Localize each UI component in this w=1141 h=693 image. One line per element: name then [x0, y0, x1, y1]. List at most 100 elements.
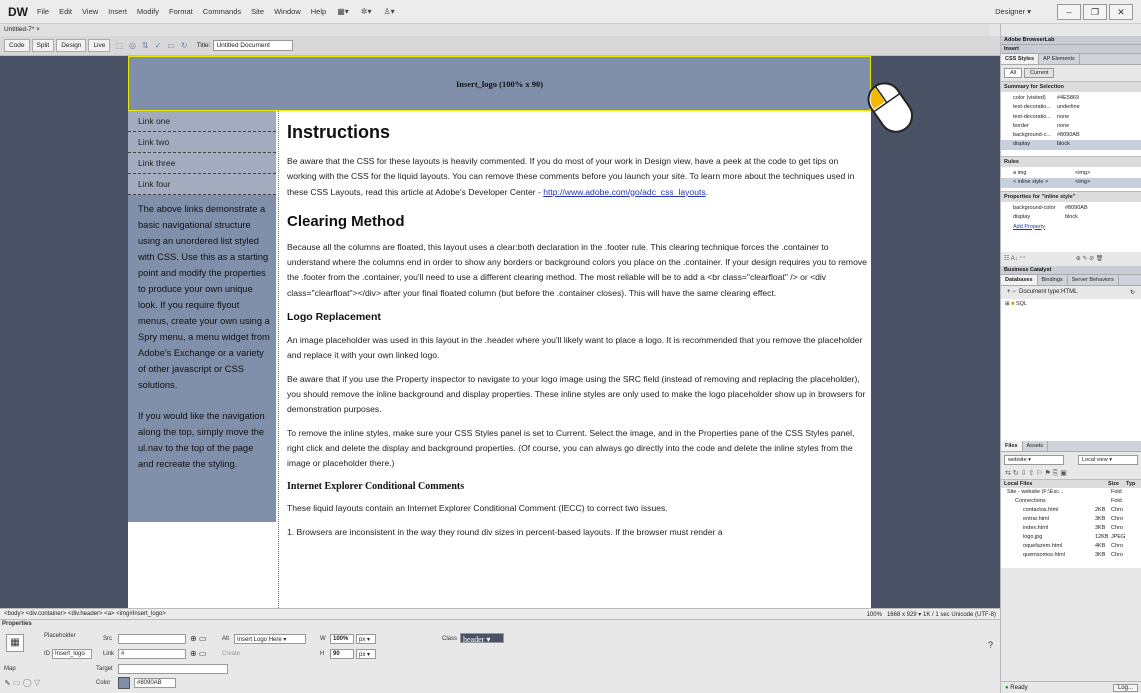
menu-modify[interactable]: Modify — [137, 7, 159, 16]
tab-css-styles[interactable]: CSS Styles — [1001, 54, 1040, 64]
nav-link-four[interactable]: Link four — [128, 174, 276, 195]
add-property-link[interactable]: Add Property — [1001, 223, 1141, 232]
logo-placeholder[interactable]: Insert_logo (100% x 90) — [128, 56, 871, 111]
mode-current[interactable]: Current — [1024, 68, 1055, 78]
sql-item[interactable]: SQL — [1016, 301, 1027, 307]
nav-link-one[interactable]: Link one — [128, 111, 276, 132]
tab-ap-elements[interactable]: AP Elements — [1039, 54, 1080, 64]
file-row[interactable]: quemsomos.html 3KB Chro — [1001, 551, 1141, 560]
refresh-icon[interactable]: ↻ — [1130, 289, 1135, 296]
type-header[interactable]: Typ — [1126, 481, 1135, 487]
menu-format[interactable]: Format — [169, 7, 193, 16]
visual-aids-icon[interactable]: ▭ — [167, 41, 175, 50]
rule-row[interactable]: a img <img> — [1001, 169, 1141, 178]
add-icon[interactable]: + — [1007, 289, 1011, 295]
summary-row[interactable]: text-decoratio... none — [1001, 113, 1141, 122]
preview-browser-icon[interactable]: ◎ — [129, 41, 136, 50]
browserlab-panel[interactable]: Adobe BrowserLab — [1001, 36, 1141, 45]
mode-all[interactable]: All — [1004, 68, 1023, 78]
business-catalyst-panel[interactable]: Business Catalyst — [1001, 266, 1141, 275]
width-field[interactable]: 100% — [330, 634, 354, 644]
file-row[interactable]: Site - website (F:\Esc... Fold — [1001, 488, 1141, 497]
tab-server-behaviors[interactable]: Server Behaviors — [1068, 275, 1119, 285]
file-row[interactable]: index.html 3KB Chro — [1001, 524, 1141, 533]
remove-icon[interactable]: − — [1012, 289, 1016, 295]
multiscreen-icon[interactable]: ⬚ — [115, 41, 123, 50]
file-row[interactable]: Connections Fold — [1001, 497, 1141, 506]
menu-site[interactable]: Site — [251, 7, 264, 16]
summary-row[interactable]: background-c... #8090AB — [1001, 131, 1141, 140]
rule-row-selected[interactable]: < inline style > <img> — [1001, 178, 1141, 188]
create-button[interactable]: Create — [222, 651, 240, 657]
window-size-info[interactable]: 1668 x 929 ▾ 1K / 1 sec Unicode (UTF-8) — [887, 612, 996, 618]
height-unit[interactable]: px ▾ — [356, 649, 376, 659]
zoom-level[interactable]: 100% — [867, 612, 882, 618]
minimize-button[interactable]: – — [1057, 4, 1081, 20]
close-button[interactable]: ✕ — [1109, 4, 1133, 20]
log-button[interactable]: Log... — [1112, 683, 1138, 692]
workspace-switcher[interactable]: Designer ▾ — [995, 7, 1031, 16]
design-view-button[interactable]: Design — [56, 39, 87, 52]
refresh-icon[interactable]: ↻ — [181, 41, 188, 50]
help-icon[interactable]: ? — [988, 640, 993, 650]
hotspot-tools-icon[interactable]: ⬉ ▭ ◯ ▽ — [4, 678, 40, 687]
tab-files[interactable]: Files — [1001, 441, 1023, 451]
split-view-button[interactable]: Split — [31, 39, 55, 52]
tab-assets[interactable]: Assets — [1023, 441, 1049, 451]
files-toolbar[interactable]: ⇆ ↻ ⇩ ⇧ ⚐ ⚑ ⎘ ▣ — [1001, 468, 1141, 479]
tag-selector[interactable]: <body> <div.container> <div.header> <a> … — [4, 611, 166, 617]
title-input[interactable]: Untitled Document — [213, 40, 294, 51]
file-row[interactable]: logo.jpg 12KB JPEG — [1001, 533, 1141, 542]
class-select[interactable]: header ▾ — [460, 633, 504, 644]
summary-row[interactable]: text-decoratio... underline — [1001, 103, 1141, 112]
view-select[interactable]: Local view ▾ — [1078, 455, 1138, 465]
file-management-icon[interactable]: ⇅ — [142, 41, 149, 50]
link-field[interactable]: # — [118, 649, 186, 659]
adobe-link[interactable]: http://www.adobe.com/go/adc_css_layouts — [543, 187, 705, 197]
site-icon[interactable]: ♙▾ — [384, 7, 395, 16]
w3c-validation-icon[interactable]: ✓ — [155, 41, 162, 50]
menu-help[interactable]: Help — [311, 7, 326, 16]
restore-button[interactable]: ❐ — [1083, 4, 1107, 20]
menu-view[interactable]: View — [82, 7, 98, 16]
size-header[interactable]: Size — [1108, 481, 1126, 487]
menu-window[interactable]: Window — [274, 7, 301, 16]
menu-edit[interactable]: Edit — [59, 7, 72, 16]
summary-value: none — [1057, 113, 1070, 120]
document-tab[interactable]: Untitled-7* × — [0, 24, 990, 36]
summary-row[interactable]: border none — [1001, 122, 1141, 131]
width-unit[interactable]: px ▾ — [356, 634, 376, 644]
color-field[interactable]: #8090AB — [134, 678, 176, 688]
code-view-button[interactable]: Code — [4, 39, 30, 52]
browse-link-icon[interactable]: ⊕ ▭ — [190, 649, 206, 658]
site-select[interactable]: website ▾ — [1004, 455, 1064, 465]
expand-icon[interactable]: ⊞ — [1005, 301, 1010, 307]
css-property-row[interactable]: display block — [1001, 213, 1141, 222]
browse-src-icon[interactable]: ⊕ ▭ — [190, 634, 206, 643]
menu-insert[interactable]: Insert — [108, 7, 127, 16]
menu-file[interactable]: File — [37, 7, 49, 16]
target-field[interactable] — [118, 664, 228, 674]
summary-row[interactable]: color (visited) #4E5869 — [1001, 94, 1141, 103]
color-swatch[interactable] — [118, 677, 130, 689]
local-files-header[interactable]: Local Files — [1004, 481, 1108, 487]
css-panel-toolbar[interactable]: ☷ A↓ ⁺⁺ ⊕ ✎ ⊘ 🗑 — [1001, 252, 1141, 266]
src-field[interactable] — [118, 634, 186, 644]
height-field[interactable]: 90 — [330, 649, 354, 659]
layout-icon[interactable]: ▦▾ — [337, 7, 349, 16]
file-row[interactable]: entrar.html 3KB Chro — [1001, 515, 1141, 524]
insert-panel[interactable]: Insert — [1001, 45, 1141, 54]
id-field[interactable]: Insert_logo — [52, 649, 92, 659]
live-view-button[interactable]: Live — [88, 39, 111, 52]
alt-field[interactable]: Insert Logo Here ▾ — [234, 634, 306, 644]
file-row[interactable]: oquefazem.html 4KB Chro — [1001, 542, 1141, 551]
extend-icon[interactable]: ✲▾ — [361, 7, 372, 16]
nav-link-three[interactable]: Link three — [128, 153, 276, 174]
tab-bindings[interactable]: Bindings — [1038, 275, 1068, 285]
summary-row-selected[interactable]: display block — [1001, 140, 1141, 150]
file-row[interactable]: contactos.html 2KB Chro — [1001, 506, 1141, 515]
css-property-row[interactable]: background-color #8090AB — [1001, 204, 1141, 213]
nav-link-two[interactable]: Link two — [128, 132, 276, 153]
menu-commands[interactable]: Commands — [203, 7, 241, 16]
tab-databases[interactable]: Databases — [1001, 275, 1038, 285]
